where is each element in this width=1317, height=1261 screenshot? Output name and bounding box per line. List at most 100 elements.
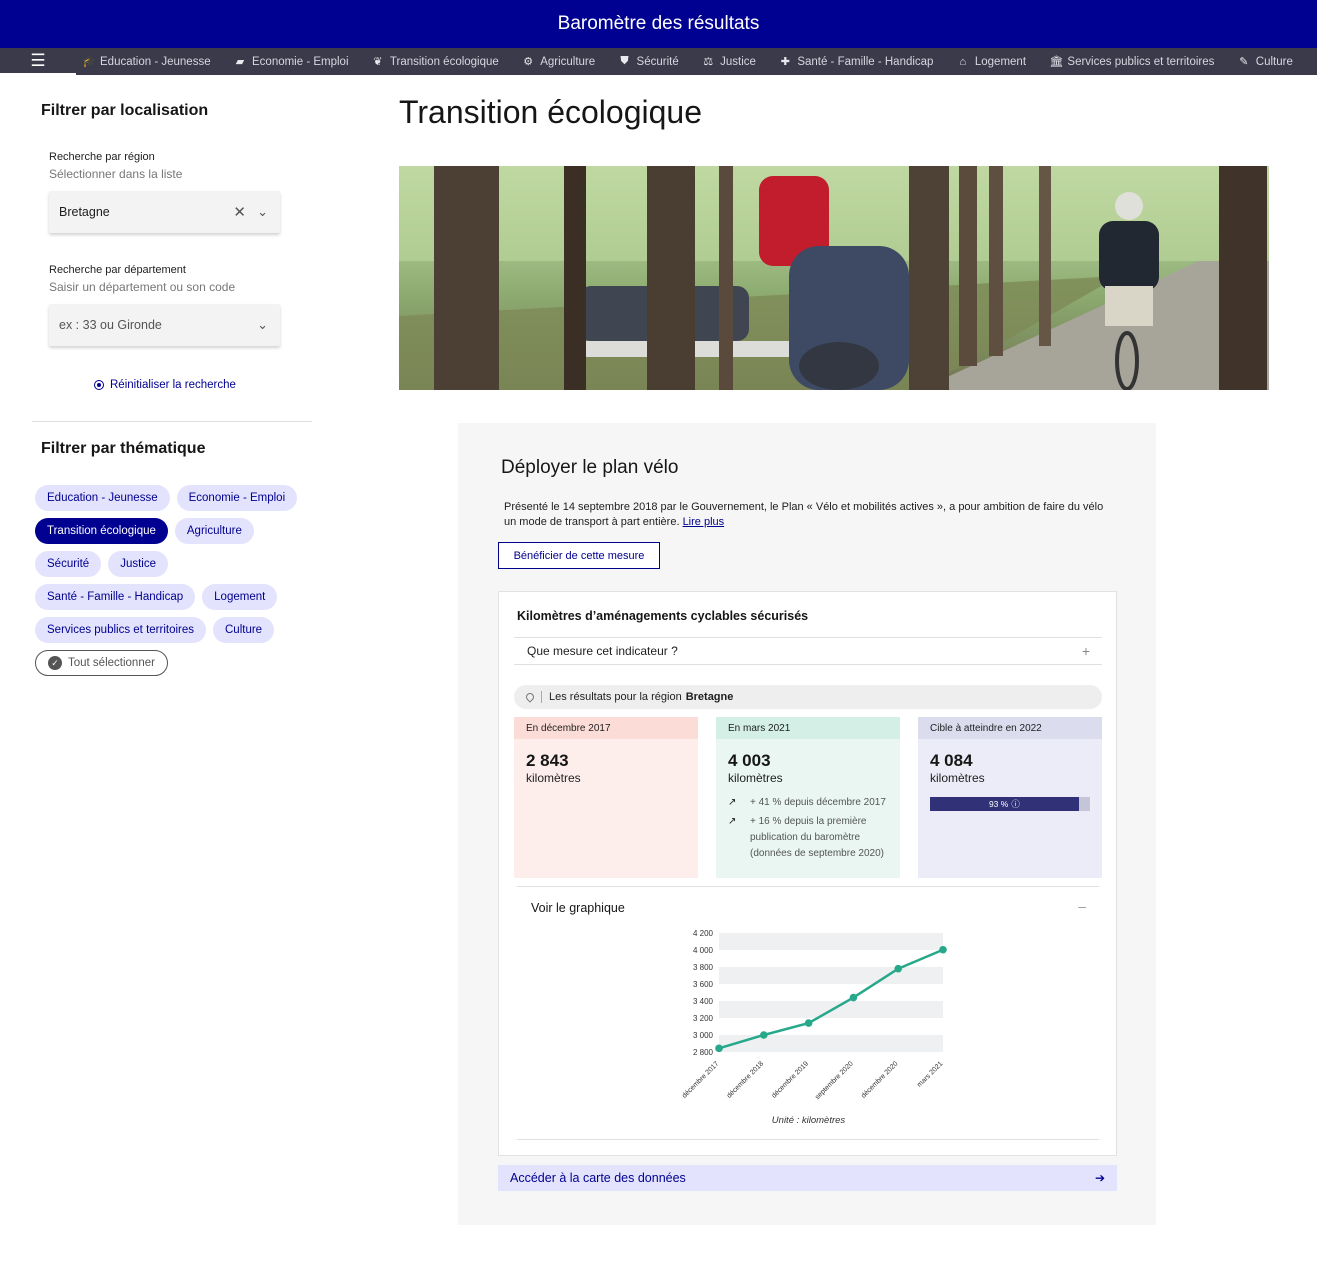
minus-icon[interactable]: – [1078,898,1086,914]
clear-icon[interactable]: ✕ [233,203,246,221]
chevron-down-icon[interactable]: ⌄ [257,204,268,220]
nav-item-2[interactable]: ▰ Economie - Emploi [228,55,355,69]
target-progress-bar: 93 % ⓘ [930,797,1090,811]
leaf-icon: ❦ [373,56,383,68]
chart-unit-label: Unité : kilomètres [771,1115,846,1126]
data-map-link[interactable]: Accéder à la carte des données ➔ [498,1165,1117,1191]
evolution-item: ↗ + 16 % depuis la première publication … [728,814,900,862]
theme-tag[interactable]: Agriculture [174,518,254,544]
arrow-up-right-icon: ↗ [728,816,737,827]
tile-header: En décembre 2017 [514,717,698,739]
nav-item-8[interactable]: ⌂ Logement [951,56,1032,68]
region-results-pill: Les résultats pour la région Bretagne [514,685,1102,709]
tag-row: Santé - Famille - Handicap Logement [35,584,315,610]
progress-fill: 93 % ⓘ [930,797,1079,811]
nav-item-label: Culture [1255,55,1293,68]
theme-tags: Education - Jeunesse Economie - Emploi Tra… [35,485,315,683]
sidebar-divider [32,421,312,422]
theme-tag[interactable]: Education - Jeunesse [35,485,170,511]
tile-header: Cible à atteindre en 2022 [918,717,1102,739]
hero-illustration [399,166,1269,390]
region-select[interactable]: Bretagne ✕ ⌄ [49,191,280,233]
theme-tag[interactable]: Sécurité [35,551,102,577]
x-tick-label: décembre 2019 [771,1060,810,1099]
measure-description-text: Présenté le 14 septembre 2018 par le Gou… [504,501,1104,528]
theme-tag[interactable]: Justice [108,551,168,577]
theme-tag[interactable]: Services publics et territoires [35,617,206,643]
location-pin-icon [524,691,536,703]
graph-toggle-label[interactable]: Voir le graphique [531,901,625,915]
series-line [718,948,944,1050]
measure-description: Présenté le 14 septembre 2018 par le Gou… [504,500,1104,530]
location-filter-heading: Filtrer par localisation [41,102,209,119]
select-all-button[interactable]: ✓ Tout sélectionner [35,650,168,676]
tile-value: 4 003 [728,751,771,770]
main-nav: ☰ 🎓 Education - Jeunesse ▰ Economie - Emplo… [0,48,1317,75]
reset-search-link[interactable]: Réinitialiser la recherche [94,379,236,391]
chevron-down-icon[interactable]: ⌄ [257,317,268,333]
y-tick-label: 3 400 [693,997,714,1006]
graduation-cap-icon: 🎓 [82,56,96,68]
indicator-panel: Kilomètres d’aménagements cyclables sécu… [498,591,1117,1156]
theme-tag[interactable]: Transition écologique [35,518,168,544]
y-tick-label: 3 200 [693,1014,714,1023]
benefit-button[interactable]: Bénéficier de cette mesure [498,542,660,569]
tractor-icon: ⚙ [523,56,534,68]
tile-header: En mars 2021 [716,717,900,739]
y-tick-label: 3 800 [693,963,714,972]
line-chart: 2 800 3 000 3 200 3 400 3 600 3 800 4 000 4 200… [681,929,947,1101]
read-more-link[interactable]: Lire plus [683,516,725,528]
indicator-accordion[interactable]: Que mesure cet indicateur ? + [514,637,1102,665]
shield-icon: ⛊ [620,55,629,67]
data-point [849,993,858,1002]
theme-tag[interactable]: Economie - Emploi [176,485,298,511]
nav-item-5[interactable]: ⛊ Sécurité [613,55,685,68]
region-prefix: Les résultats pour la région [549,691,682,703]
region-name: Bretagne [685,691,734,703]
tag-row: Education - Jeunesse Economie - Emploi [35,485,315,511]
graph-divider-top [517,886,1099,887]
nav-item-1[interactable]: 🎓 Education - Jeunesse [76,55,217,69]
plus-icon[interactable]: + [1082,643,1090,659]
check-circle-icon: ✓ [48,656,62,670]
theme-tag[interactable]: Santé - Famille - Handicap [35,584,196,610]
x-tick-label: décembre 2018 [726,1060,765,1099]
nav-item-6[interactable]: ⚖ Justice [696,55,762,69]
nav-item-4[interactable]: ⚙ Agriculture [516,55,601,69]
theme-tag[interactable]: Culture [213,617,275,643]
tile-value: 4 084 [930,751,973,770]
menu-icon[interactable]: ☰ [0,48,76,75]
brush-icon: ✎ [1239,56,1249,68]
grid-band [719,967,943,984]
theme-tag[interactable]: Logement [202,584,278,610]
department-hint: Saisir un département ou son code [49,280,236,294]
y-tick-label: 2 800 [693,1048,714,1057]
initial-value-tile: En décembre 2017 2 843 kilomètres [514,717,698,878]
region-hint: Sélectionner dans la liste [49,167,183,181]
government-building-icon: 🏛 [1049,56,1064,68]
y-tick-label: 4 000 [693,946,714,955]
site-title: Baromètre des résultats [557,13,760,34]
tag-row: Sécurité Justice [35,551,315,577]
site-header: Baromètre des résultats [0,0,1317,48]
nav-item-label: Education - Jeunesse [100,55,211,68]
nav-item-7[interactable]: ✚ Santé - Famille - Handicap [773,55,939,69]
info-icon[interactable]: ⓘ [1011,798,1020,810]
region-label: Recherche par région [49,151,155,163]
tag-row: ✓ Tout sélectionner [35,650,315,676]
nav-item-label: Services publics et territoires [1067,55,1215,68]
department-select[interactable]: ex : 33 ou Gironde ⌄ [49,304,280,346]
radio-target-icon [94,380,104,390]
data-point [715,1044,723,1053]
data-point [939,945,947,954]
nav-item-10[interactable]: ✎ Culture [1232,55,1299,69]
y-tick-label: 3 000 [693,1031,714,1040]
evolution-list: ↗ + 41 % depuis décembre 2017 ↗ + 16 % d… [728,795,900,862]
briefcase-icon: ▰ [235,56,245,68]
nav-item-9[interactable]: 🏛 Services publics et territoires [1043,55,1220,69]
region-select-value: Bretagne [59,205,110,219]
pill-separator [541,691,542,703]
nav-item-3[interactable]: ❦ Transition écologique [366,55,505,69]
x-tick-label: mars 2021 [916,1060,944,1088]
nav-item-label: Logement [974,55,1027,68]
